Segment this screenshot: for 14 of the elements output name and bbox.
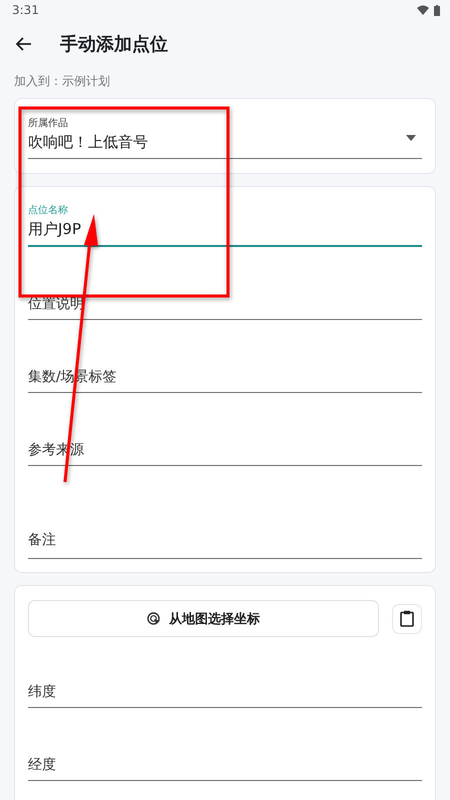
target-plan-text: 加入到：示例计划 — [13, 73, 111, 90]
dropdown-caret-icon — [406, 135, 416, 141]
wifi-icon — [417, 5, 429, 15]
clipboard-icon — [400, 610, 414, 627]
paste-button[interactable] — [392, 604, 422, 634]
work-dropdown[interactable]: 所属作品 吹响吧！上低音号 — [28, 115, 422, 159]
map-target-icon — [147, 612, 161, 626]
pick-from-map-button[interactable]: 从地图选择坐标 — [28, 600, 379, 637]
clock: 3:31 — [12, 3, 39, 17]
battery-icon — [434, 4, 440, 16]
text-field[interactable]: 经度 — [28, 732, 422, 781]
text-field[interactable]: 备注 — [28, 495, 422, 559]
page-title: 手动添加点位 — [60, 33, 168, 56]
text-field[interactable]: 纬度 — [28, 659, 422, 708]
